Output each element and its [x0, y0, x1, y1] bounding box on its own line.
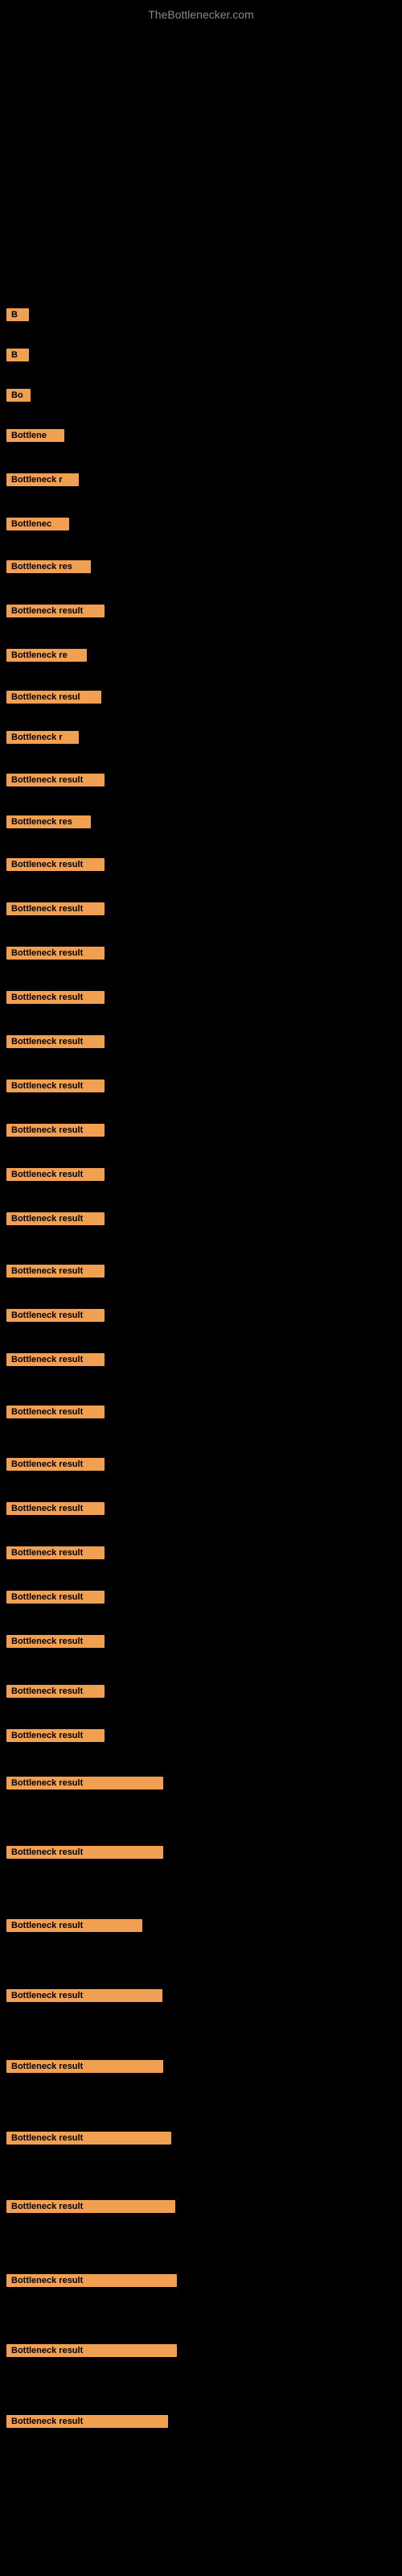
list-item: Bottleneck res [6, 559, 91, 573]
bottleneck-label: Bottleneck r [6, 473, 79, 486]
chart-area [0, 25, 402, 283]
bottleneck-label: Bottleneck result [6, 947, 105, 960]
list-item: Bottleneck result [6, 1844, 163, 1859]
bottleneck-label: Bottleneck result [6, 2274, 177, 2287]
list-item: Bottleneck result [6, 2058, 163, 2073]
list-item: Bottleneck result [6, 1078, 105, 1092]
list-item: Bottleneck result [6, 901, 105, 915]
list-item: Bottleneck result [6, 989, 105, 1004]
bottleneck-label: Bottleneck res [6, 815, 91, 828]
site-title: TheBottlenecker.com [0, 0, 402, 25]
bottleneck-label: Bottleneck result [6, 605, 105, 617]
list-item: Bottlenec [6, 516, 69, 530]
bottleneck-label: Bottleneck result [6, 858, 105, 871]
bottleneck-label: Bottleneck result [6, 774, 105, 786]
list-item: Bottleneck result [6, 1263, 105, 1278]
list-item: B [6, 307, 29, 321]
bottleneck-label: Bottleneck result [6, 1846, 163, 1859]
bottleneck-label: Bottleneck result [6, 1212, 105, 1225]
list-item: Bottleneck result [6, 1728, 105, 1742]
list-item: Bottleneck result [6, 1122, 105, 1137]
list-item: Bottleneck r [6, 472, 79, 486]
bottleneck-label: Bottleneck result [6, 1502, 105, 1515]
bottleneck-label: Bottleneck result [6, 2344, 177, 2357]
bottleneck-label: Bottleneck result [6, 2415, 168, 2428]
list-item: Bottleneck result [6, 1166, 105, 1181]
bottleneck-label: Bottleneck result [6, 1168, 105, 1181]
list-item: Bottleneck resul [6, 689, 101, 704]
bottleneck-label: B [6, 349, 29, 361]
bottleneck-label: Bottleneck result [6, 1353, 105, 1366]
list-item: Bottleneck result [6, 2273, 177, 2287]
bottleneck-label: Bottleneck result [6, 1309, 105, 1322]
bottleneck-label: Bottleneck res [6, 560, 91, 573]
list-item: Bottleneck re [6, 647, 87, 662]
list-item: Bottleneck result [6, 1918, 142, 1932]
list-item: Bottleneck result [6, 772, 105, 786]
list-item: Bottleneck result [6, 857, 105, 871]
bottleneck-label: Bottleneck result [6, 1546, 105, 1559]
bottleneck-label: Bottleneck re [6, 649, 87, 662]
bottleneck-label: Bottleneck result [6, 1265, 105, 1278]
bottleneck-label: Bottleneck result [6, 991, 105, 1004]
bottleneck-label: Bottleneck result [6, 902, 105, 915]
bottleneck-label: B [6, 308, 29, 321]
bottleneck-label: Bottleneck result [6, 1989, 162, 2002]
list-item: Bottleneck result [6, 1501, 105, 1515]
list-item: Bottleneck result [6, 1456, 105, 1471]
bottleneck-label: Bottleneck result [6, 1777, 163, 1790]
bottleneck-label: Bottleneck result [6, 1685, 105, 1698]
list-item: Bottleneck result [6, 1352, 105, 1366]
list-item: Bottleneck result [6, 1404, 105, 1418]
list-item: Bottleneck result [6, 1775, 163, 1790]
list-item: Bottleneck result [6, 1307, 105, 1322]
list-item: Bottleneck result [6, 945, 105, 960]
bottleneck-label: Bottleneck result [6, 1406, 105, 1418]
bottleneck-label: Bottleneck result [6, 2060, 163, 2073]
list-item: Bottleneck result [6, 1589, 105, 1604]
list-item: Bottleneck result [6, 1545, 105, 1559]
bottleneck-label: Bottleneck result [6, 1919, 142, 1932]
bottleneck-label: Bottleneck resul [6, 691, 101, 704]
list-item: Bottleneck result [6, 1988, 162, 2002]
list-item: Bottleneck r [6, 729, 79, 744]
list-item: Bo [6, 387, 31, 402]
list-item: Bottleneck result [6, 2198, 175, 2213]
list-item: Bottleneck result [6, 2413, 168, 2428]
list-item: Bottleneck result [6, 2130, 171, 2145]
list-item: Bottleneck result [6, 1034, 105, 1048]
bottleneck-label: Bottleneck result [6, 1729, 105, 1742]
list-item: Bottleneck result [6, 1683, 105, 1698]
list-item: B [6, 347, 29, 361]
list-item: Bottleneck res [6, 814, 91, 828]
bottleneck-label: Bottleneck result [6, 1124, 105, 1137]
list-item: Bottlene [6, 427, 64, 442]
bottleneck-label: Bottlene [6, 429, 64, 442]
bottleneck-label: Bottleneck result [6, 1458, 105, 1471]
bottleneck-label: Bottleneck r [6, 731, 79, 744]
list-item: Bottleneck result [6, 2343, 177, 2357]
bottleneck-label: Bottleneck result [6, 1035, 105, 1048]
bottleneck-label: Bottleneck result [6, 1591, 105, 1604]
bottleneck-label: Bottleneck result [6, 2132, 171, 2145]
list-item: Bottleneck result [6, 603, 105, 617]
bottleneck-label: Bottleneck result [6, 1080, 105, 1092]
bottleneck-label: Bo [6, 389, 31, 402]
bottleneck-label: Bottleneck result [6, 2200, 175, 2213]
list-item: Bottleneck result [6, 1633, 105, 1648]
bottleneck-label: Bottleneck result [6, 1635, 105, 1648]
list-item: Bottleneck result [6, 1211, 105, 1225]
bottleneck-label: Bottlenec [6, 518, 69, 530]
bottleneck-rows-container: B B Bo Bottlene Bottleneck r Bottlenec Bottlen… [0, 283, 402, 2456]
